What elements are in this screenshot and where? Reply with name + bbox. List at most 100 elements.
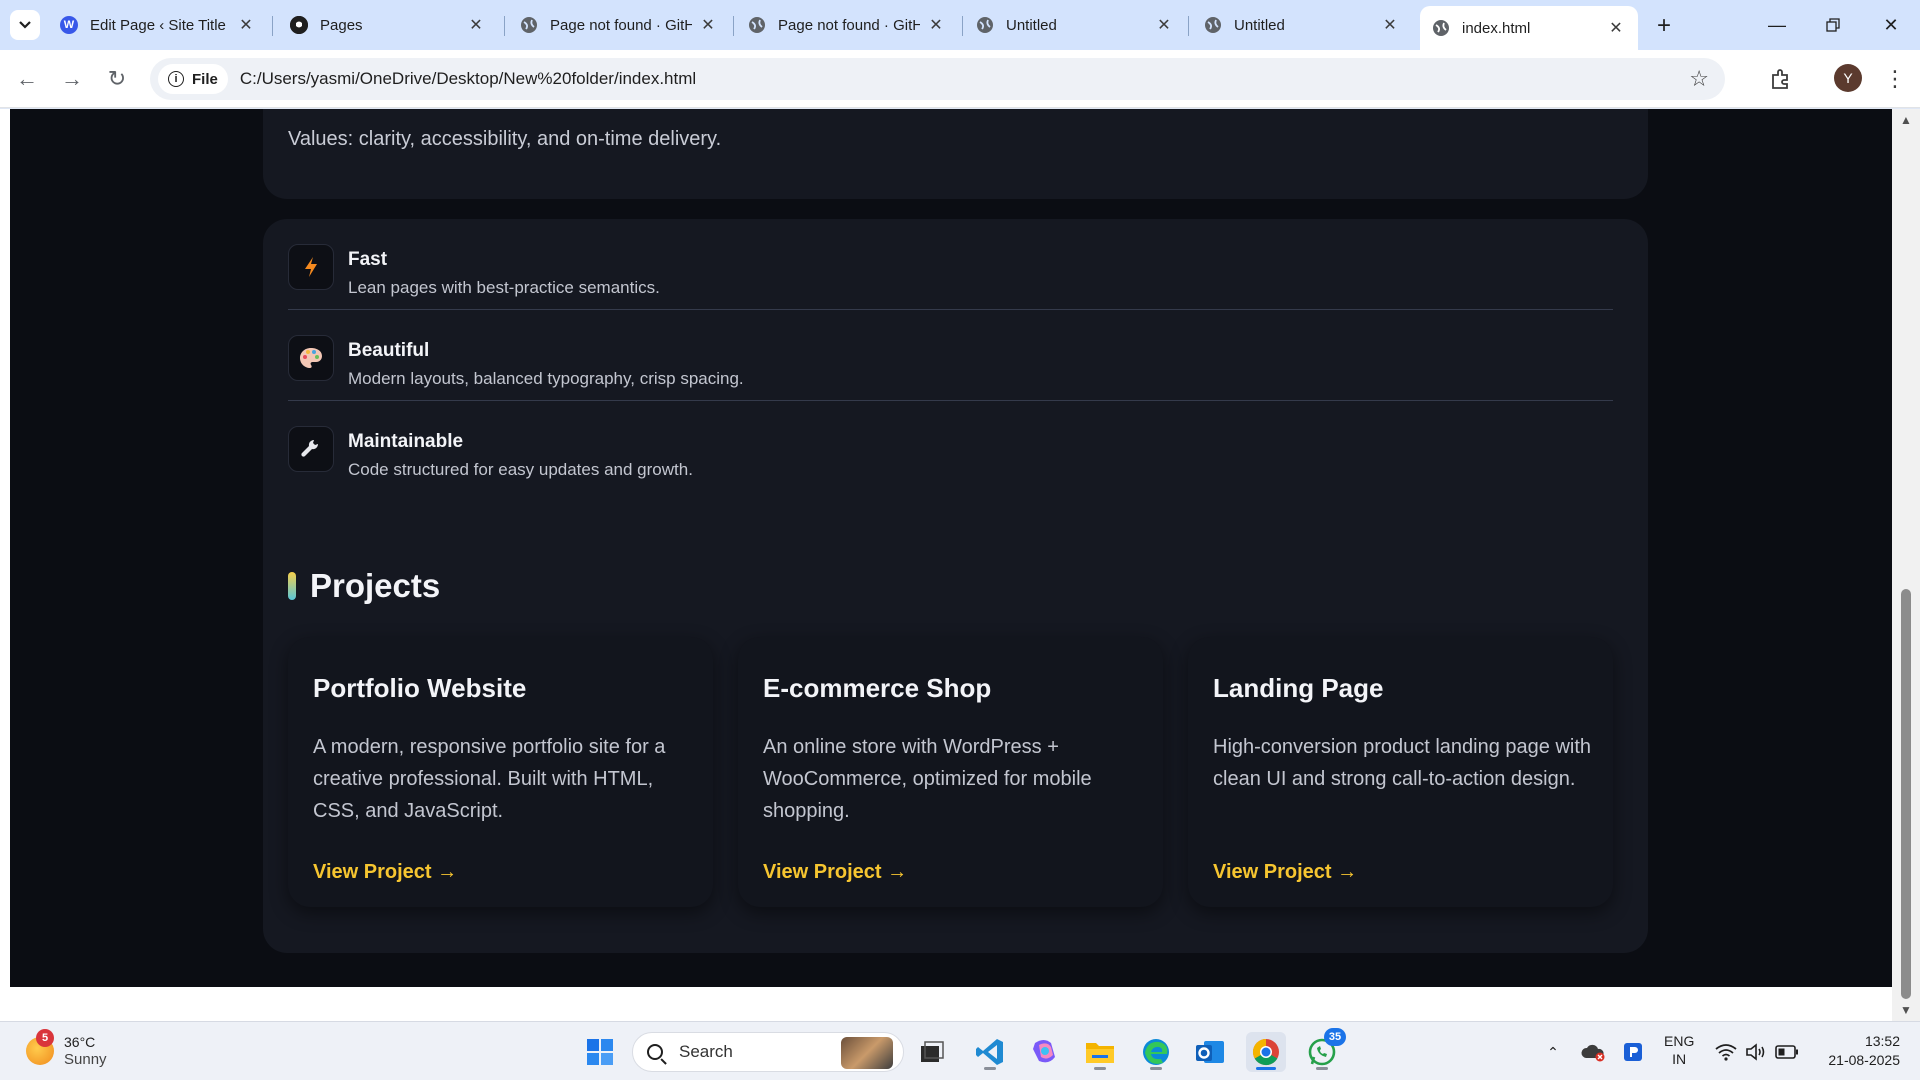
globe-icon [1432,19,1450,37]
viewport-edge [0,109,10,987]
wifi-tray-button[interactable] [1712,1032,1740,1072]
close-icon[interactable]: ✕ [698,15,718,35]
tab-strip: W Edit Page ‹ Site Title — ✕ Pages ✕ Pag… [0,0,1920,50]
close-icon[interactable]: ✕ [466,15,486,35]
speaker-icon [1746,1043,1765,1061]
browser-menu-button[interactable]: ⋮ [1880,62,1910,96]
view-project-link[interactable]: View Project → [763,861,907,884]
copilot-taskbar-button[interactable] [1024,1032,1064,1072]
folder-icon [1086,1043,1114,1063]
tab-title: Edit Page ‹ Site Title — [90,16,230,34]
tab-search-button[interactable] [10,10,40,40]
tab-index-html[interactable]: index.html ✕ [1420,6,1638,50]
taskbar-search[interactable]: Search [632,1032,904,1072]
start-button[interactable] [580,1032,620,1072]
wordpress-icon: W [60,16,78,34]
page-bottom-edge [0,987,1892,1021]
search-highlight-image [841,1037,893,1069]
scroll-down-arrow-icon[interactable]: ▼ [1900,1003,1912,1017]
project-desc: High-conversion product landing page wit… [1213,736,1592,790]
tab-untitled-1[interactable]: Untitled ✕ [964,6,1186,44]
close-icon[interactable]: ✕ [1154,15,1174,35]
edge-icon [1143,1039,1169,1065]
values-text: Values: clarity, accessibility, and on-t… [288,128,722,150]
scroll-up-arrow-icon[interactable]: ▲ [1900,113,1912,127]
clock-date: 21-08-2025 [1828,1052,1900,1068]
outlook-icon [1196,1041,1224,1063]
app-tray-button[interactable] [1620,1032,1646,1072]
close-icon[interactable]: ✕ [1380,15,1400,35]
chevron-up-icon: ⌃ [1547,1043,1559,1060]
puzzle-icon [1772,69,1788,89]
onedrive-tray-button[interactable] [1578,1032,1608,1072]
volume-tray-button[interactable] [1742,1032,1770,1072]
reload-button[interactable]: ↻ [100,62,134,96]
github-icon [290,16,308,34]
site-info-chip[interactable]: i File [158,64,228,94]
weather-badge: 5 [36,1029,54,1047]
profile-avatar[interactable]: Y [1834,64,1862,92]
close-icon[interactable]: ✕ [236,15,256,35]
system-clock[interactable]: 13:52 21-08-2025 [1816,1032,1900,1070]
tab-title: Page not found · GitHub [550,16,692,34]
close-icon[interactable]: ✕ [1606,18,1626,38]
projects-heading: Projects [288,567,440,605]
forward-button[interactable]: → [55,62,89,96]
battery-tray-button[interactable] [1772,1032,1802,1072]
minimize-button[interactable]: — [1752,8,1802,42]
new-tab-button[interactable]: + [1650,12,1678,40]
lightning-icon [288,244,334,290]
feature-item-fast: Fast Lean pages with best-practice seman… [288,219,1613,310]
info-icon: i [168,71,184,87]
show-hidden-icons-button[interactable]: ⌃ [1540,1032,1566,1072]
clock-time: 13:52 [1864,1033,1900,1049]
tab-title: Pages [320,16,363,34]
running-indicator [1150,1067,1162,1070]
bookmark-star-icon[interactable]: ☆ [1689,66,1709,92]
wrench-icon [288,426,334,472]
vscode-taskbar-button[interactable] [970,1032,1010,1072]
region-code: IN [1672,1051,1687,1067]
palette-icon [288,335,334,381]
tab-page-not-found-2[interactable]: Page not found · GitHub ✕ [736,6,958,44]
address-bar[interactable]: i File C:/Users/yasmi/OneDrive/Desktop/N… [150,58,1725,100]
tab-title: Untitled [1006,16,1057,34]
globe-icon [748,16,766,34]
tab-title: index.html [1462,19,1531,37]
outlook-taskbar-button[interactable] [1190,1032,1230,1072]
whatsapp-taskbar-button[interactable]: 35 [1302,1028,1346,1072]
windows-taskbar: 5 36°C Sunny Search 35 ⌃ ENG IN 13:52 21… [0,1021,1920,1080]
extensions-button[interactable] [1764,62,1798,96]
tab-untitled-2[interactable]: Untitled ✕ [1192,6,1412,44]
weather-widget[interactable]: 5 36°C Sunny [26,1029,107,1069]
more-vert-icon: ⋮ [1884,66,1906,91]
tab-edit-page[interactable]: W Edit Page ‹ Site Title — ✕ [48,6,268,44]
scrollbar-thumb[interactable] [1901,589,1911,999]
app-tray-icon [1624,1043,1642,1061]
running-indicator [1094,1067,1106,1070]
back-button[interactable]: ← [10,62,44,96]
tab-separator [504,16,505,36]
close-icon[interactable]: ✕ [926,15,946,35]
page-scrollbar[interactable]: ▲ ▼ [1892,109,1920,1021]
edge-taskbar-button[interactable] [1136,1032,1176,1072]
tab-page-not-found-1[interactable]: Page not found · GitHub ✕ [508,6,730,44]
arrow-right-icon: → [61,66,83,91]
task-view-button[interactable] [912,1032,952,1072]
restore-button[interactable] [1808,8,1858,42]
task-view-icon [921,1041,944,1062]
scheme-label: File [192,70,218,88]
close-icon: ✕ [1883,14,1899,35]
about-card: Values: clarity, accessibility, and on-t… [263,109,1648,199]
restore-icon [1826,18,1840,32]
view-project-link[interactable]: View Project → [1213,861,1357,884]
close-window-button[interactable]: ✕ [1866,8,1916,42]
view-project-link[interactable]: View Project → [313,861,457,884]
reload-icon: ↻ [107,66,127,91]
tab-pages[interactable]: Pages ✕ [278,6,498,44]
chrome-taskbar-button[interactable] [1246,1032,1286,1072]
arrow-left-icon: ← [16,66,38,91]
file-explorer-taskbar-button[interactable] [1080,1032,1120,1072]
input-language-indicator[interactable]: ENG IN [1664,1032,1694,1068]
url-text[interactable]: C:/Users/yasmi/OneDrive/Desktop/New%20fo… [240,69,696,89]
